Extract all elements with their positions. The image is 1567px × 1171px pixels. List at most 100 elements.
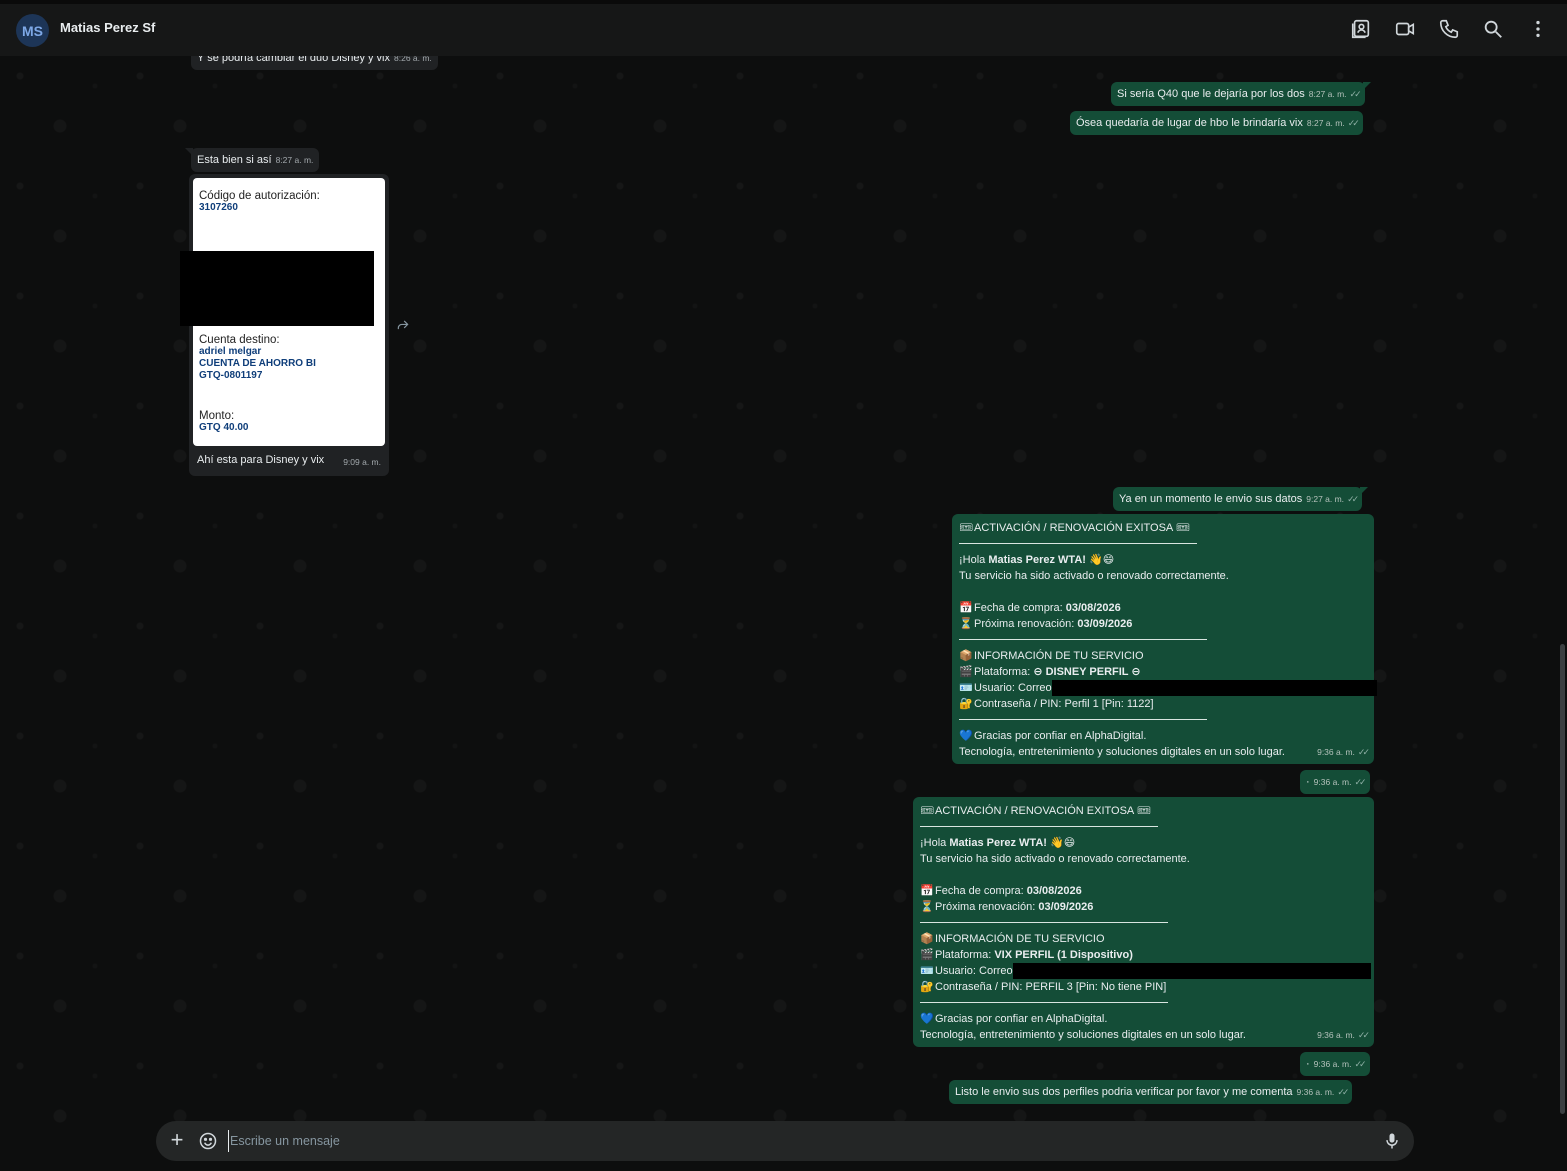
platform-label: Plataforma: [935, 949, 995, 961]
search-icon[interactable] [1482, 18, 1504, 40]
purchase-label: Fecha de compra: [935, 885, 1027, 897]
message-outgoing[interactable]: Ósea quedaría de lugar de hbo le brindar… [1070, 111, 1363, 135]
calendar-icon: 📅 [920, 885, 934, 897]
read-ticks-icon: ✓✓ [1337, 1087, 1349, 1097]
calendar-icon: 📅 [959, 602, 973, 614]
message-time: 9:09 a. m. [343, 457, 381, 467]
receipt-dest-name: adriel melgar [199, 346, 262, 357]
contact-card-icon[interactable] [1350, 18, 1372, 40]
purchase-label: Fecha de compra: [974, 602, 1066, 614]
receipt-amount-value: GTQ 40.00 [199, 422, 249, 433]
message-outgoing[interactable]: · 9:36 a. m. ✓✓ [1300, 1052, 1370, 1076]
message-outgoing[interactable]: Listo le envio sus dos perfiles podria v… [949, 1080, 1353, 1104]
platform-label: Plataforma: [974, 666, 1034, 678]
tpl-title: ACTIVACIÓN / RENOVACIÓN EXITOSA [935, 805, 1134, 817]
purchase-date: 03/08/2026 [1026, 885, 1082, 897]
tagline: Tecnología, entretenimiento y soluciones… [959, 746, 1285, 758]
receipt-dest-number: GTQ-0801197 [199, 370, 263, 381]
microphone-icon[interactable] [1382, 1131, 1402, 1151]
message-time: 8:26 a. m. [394, 56, 432, 63]
message-time: 9:27 a. m. [1306, 494, 1345, 504]
package-icon: 📦 [920, 933, 934, 945]
menu-dots-icon[interactable] [1527, 18, 1549, 40]
activation-message-disney[interactable]: 🎟ACTIVACIÓN / RENOVACIÓN EXITOSA 🎟 ¡Hola… [952, 514, 1377, 764]
platform-value: ⊖ DISNEY PERFIL ⊖ [1033, 666, 1141, 678]
receipt-dest-type: CUENTA DE AHORRO BI [199, 358, 316, 369]
redaction-box [180, 251, 374, 326]
blue-heart-icon: 💙 [959, 730, 973, 742]
ticket-icon: 🎟 [1175, 522, 1190, 534]
scrollbar[interactable] [1560, 644, 1565, 1114]
password-line: Contraseña / PIN: Perfil 1 [Pin: 1122] [974, 698, 1154, 710]
password-line: Contraseña / PIN: PERFIL 3 [Pin: No tien… [935, 981, 1167, 993]
read-ticks-icon: ✓✓ [1349, 89, 1362, 99]
divider [920, 819, 1158, 827]
lock-icon: 🔐 [959, 698, 973, 710]
read-ticks-icon: ✓✓ [1354, 777, 1366, 787]
message-outgoing[interactable]: Si sería Q40 que le dejaría por los dos 8… [1111, 82, 1371, 106]
clapper-icon: 🎬 [959, 666, 973, 678]
divider [920, 995, 1168, 1003]
forward-icon[interactable] [396, 318, 410, 332]
message-outgoing[interactable]: Ya en un momento le envio sus datos 9:27 … [1113, 487, 1369, 511]
redaction-box [1012, 963, 1371, 979]
message-time: 9:36 a. m. [1313, 1059, 1352, 1069]
video-call-icon[interactable] [1394, 18, 1416, 40]
voice-call-icon[interactable] [1438, 18, 1460, 40]
message-time: 8:27 a. m. [1306, 118, 1345, 128]
message-incoming[interactable]: Esta bien si así 8:27 a. m. [184, 148, 320, 172]
ticket-icon: 🎟 [1136, 805, 1151, 817]
message-input[interactable] [228, 1130, 1358, 1152]
read-ticks-icon: ✓✓ [1347, 494, 1359, 504]
renew-date: 03/09/2026 [1077, 618, 1133, 630]
divider [959, 712, 1207, 720]
greeting-line: Tu servicio ha sido activado o renovado … [920, 853, 1190, 865]
message-text: Listo le envio sus dos perfiles podria v… [955, 1086, 1293, 1098]
avatar[interactable]: MS [16, 14, 49, 47]
message-text: Esta bien si así [197, 154, 272, 166]
customer-name: Matias Perez WTA! [988, 554, 1086, 566]
message-incoming[interactable]: Y se podría cambiar el duo Disney y vix 8… [191, 56, 438, 70]
greeting-line: Tu servicio ha sido activado o renovado … [959, 570, 1229, 582]
message-text: · [1306, 1058, 1310, 1070]
wave-icon: 👋😄 [1089, 554, 1115, 566]
customer-name: Matias Perez WTA! [949, 837, 1047, 849]
message-time: 8:27 a. m. [275, 155, 314, 165]
ticket-icon: 🎟 [920, 805, 934, 817]
thanks-line: Gracias por confiar en AlphaDigital. [935, 1013, 1108, 1025]
renew-date: 03/09/2026 [1038, 901, 1094, 913]
message-time: 9:36 a. m. [1313, 777, 1352, 787]
message-time: 9:36 a. m. [1317, 1030, 1355, 1040]
message-text: Ósea quedaría de lugar de hbo le brindar… [1076, 117, 1303, 129]
message-outgoing[interactable]: · 9:36 a. m. ✓✓ [1300, 770, 1370, 794]
user-label: Usuario: Correo [974, 682, 1052, 694]
message-text: Si sería Q40 que le dejaría por los dos [1117, 88, 1305, 100]
renew-label: Próxima renovación: [974, 618, 1078, 630]
emoji-icon[interactable] [198, 1131, 218, 1151]
message-text: Ya en un momento le envio sus datos [1119, 493, 1303, 505]
message-time: 9:36 a. m. [1296, 1087, 1335, 1097]
tpl-title: ACTIVACIÓN / RENOVACIÓN EXITOSA [974, 522, 1173, 534]
divider [959, 536, 1197, 544]
id-card-icon: 🪪 [920, 965, 934, 977]
receipt-auth-value: 3107260 [199, 202, 238, 213]
tagline: Tecnología, entretenimiento y soluciones… [920, 1029, 1246, 1041]
image-caption: Ahí esta para Disney y vix 9:09 a. m. [197, 454, 381, 467]
id-card-icon: 🪪 [959, 682, 973, 694]
ticket-icon: 🎟 [959, 522, 973, 534]
message-list[interactable]: Y se podría cambiar el duo Disney y vix 8… [0, 56, 1567, 1171]
attach-plus-icon[interactable]: + [167, 1129, 187, 1151]
message-text: Y se podría cambiar el duo Disney y vix [197, 56, 390, 64]
read-ticks-icon: ✓✓ [1347, 118, 1360, 128]
clapper-icon: 🎬 [920, 949, 934, 961]
contact-name[interactable]: Matias Perez Sf [60, 20, 155, 35]
activation-message-vix[interactable]: 🎟ACTIVACIÓN / RENOVACIÓN EXITOSA 🎟 ¡Hola… [913, 797, 1374, 1047]
lock-icon: 🔐 [920, 981, 934, 993]
greeting-prefix: ¡Hola [920, 837, 950, 849]
read-ticks-icon: ✓✓ [1357, 1030, 1370, 1040]
purchase-date: 03/08/2026 [1065, 602, 1121, 614]
greeting-prefix: ¡Hola [959, 554, 989, 566]
receipt-auth-label: Código de autorización: [199, 190, 320, 202]
platform-value: VIX PERFIL (1 Dispositivo) [994, 949, 1133, 961]
message-text: · [1306, 776, 1310, 788]
